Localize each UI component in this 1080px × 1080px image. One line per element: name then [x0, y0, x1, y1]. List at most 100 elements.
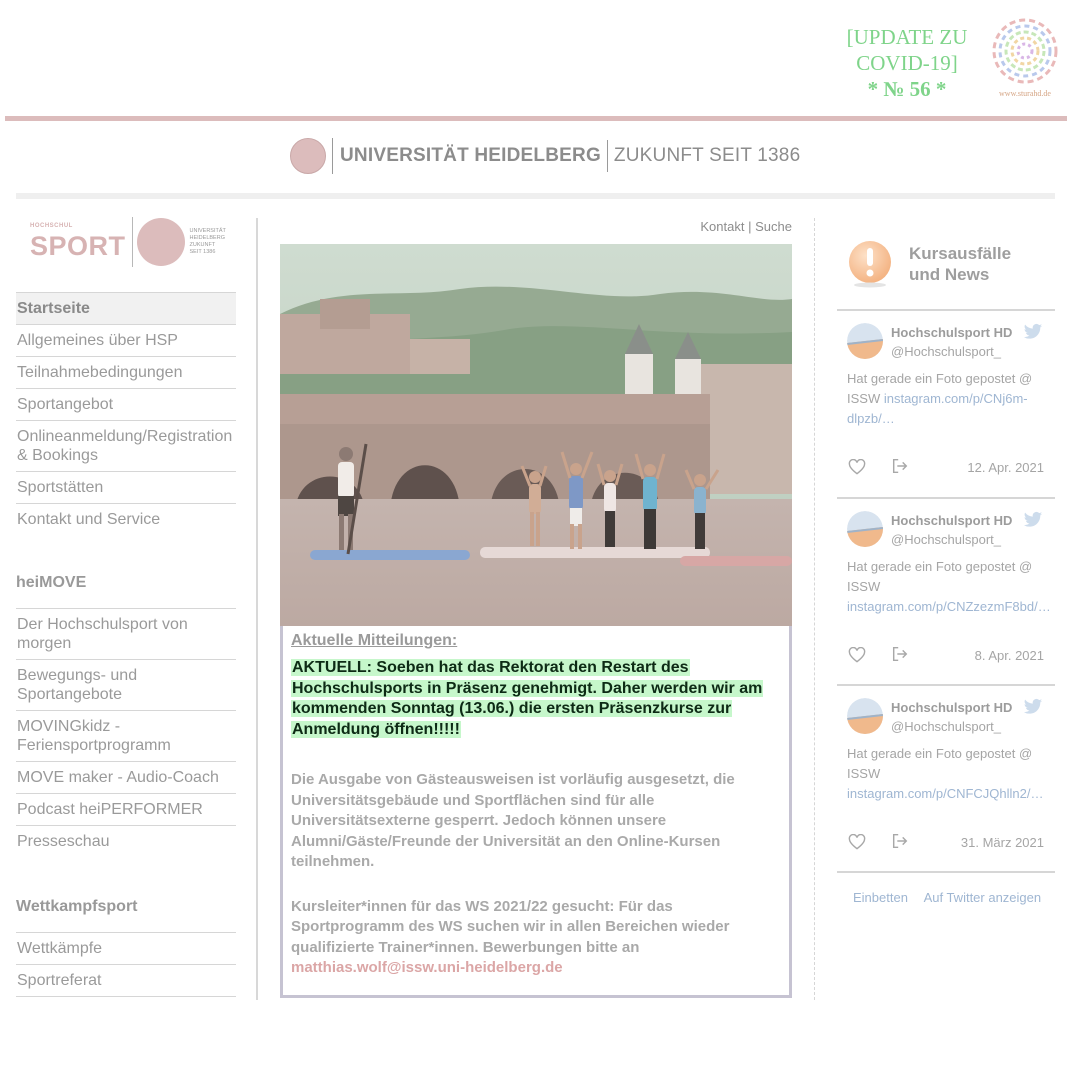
nav-item-allgemeines[interactable]: Allgemeines über HSP [16, 325, 236, 357]
sport-logo-uni-line: SEIT 1386 [189, 249, 216, 255]
avatar[interactable] [847, 511, 883, 547]
nav-item-onlineanmeldung[interactable]: Onlineanmeldung/Registration & Bookings [16, 421, 236, 472]
main-nav: Startseite Allgemeines über HSP Teilnahm… [16, 292, 236, 535]
sport-logo-uni-line: HEIDELBERG [189, 235, 225, 241]
tweet-divider [837, 684, 1055, 686]
hero-photo-paddleboard [280, 244, 792, 626]
twitter-bird-icon[interactable] [1023, 698, 1043, 716]
nav-item-teilnahmebedingungen[interactable]: Teilnahmebedingungen [16, 357, 236, 389]
share-icon[interactable] [891, 645, 909, 663]
header-divider [16, 193, 1055, 199]
stura-url[interactable]: www.sturahd.de [990, 89, 1060, 98]
notice-highlight-text: AKTUELL: Soeben hat das Rektorat den Res… [291, 659, 764, 738]
notice-box: Aktuelle Mitteilungen: AKTUELL: Soeben h… [280, 626, 792, 998]
twitter-footer: Einbetten Auf Twitter anzeigen [853, 890, 1041, 905]
tweet-date[interactable]: 31. März 2021 [961, 835, 1044, 850]
sport-logo-word: SPORT [30, 230, 126, 261]
nav-item-movingkidz[interactable]: MOVINGkidz - Feriensportprogramm [16, 711, 236, 762]
nav-heading-heimove: heiMOVE [16, 574, 87, 591]
exclamation-icon [849, 241, 891, 288]
tweet-text: Hat gerade ein Foto gepostet @ ISSW inst… [847, 557, 1051, 617]
nav-heading-wettkampfsport: Wettkampfsport [16, 898, 138, 915]
hochschulsport-logo[interactable]: HOCHSCHUL SPORT UNIVERSITÄT HEIDELBERG Z… [30, 214, 230, 270]
tweet-author-name[interactable]: Hochschulsport HD [891, 700, 1012, 715]
tweet-date[interactable]: 12. Apr. 2021 [967, 460, 1044, 475]
news-title-line: Kursausfälle [909, 244, 1012, 263]
nav-item-startseite[interactable]: Startseite [16, 292, 236, 325]
nav-item-wettkaempfe[interactable]: Wettkämpfe [16, 932, 236, 965]
kontakt-link[interactable]: Kontakt [700, 219, 744, 234]
notice-paragraph-trainers: Kursleiter*innen für das WS 2021/22 gesu… [291, 897, 781, 979]
news-title: Kursausfälle und News [909, 243, 1011, 285]
top-divider [5, 116, 1067, 121]
sport-logo-small-label: HOCHSCHUL [30, 222, 73, 229]
tweet-text-body: Hat gerade ein Foto gepostet @ ISSW [847, 746, 1033, 781]
sport-logo-university: UNIVERSITÄT HEIDELBERG ZUKUNFT SEIT 1386 [190, 228, 230, 256]
nav-item-podcast[interactable]: Podcast heiPERFORMER [16, 794, 236, 826]
tweet-text-body: Hat gerade ein Foto gepostet @ ISSW [847, 559, 1033, 594]
suche-link[interactable]: Suche [755, 219, 792, 234]
nav-item-presseschau[interactable]: Presseschau [16, 826, 236, 857]
university-slogan: ZUKUNFT SEIT 1386 [613, 145, 801, 166]
nav-item-sportreferat[interactable]: Sportreferat [16, 965, 236, 997]
tweet-divider [837, 497, 1055, 499]
avatar[interactable] [847, 698, 883, 734]
sport-logo-wordmark: HOCHSCHUL SPORT [30, 223, 126, 262]
nav-item-sportstaetten[interactable]: Sportstätten [16, 472, 236, 504]
tweet-item[interactable]: Hochschulsport HD @Hochschulsport_ Hat g… [847, 323, 1047, 483]
nav-item-kontakt-service[interactable]: Kontakt und Service [16, 504, 236, 535]
covid-update-line2: COVID-19] [856, 51, 958, 75]
university-seal-icon [290, 138, 326, 174]
tweet-link[interactable]: instagram.com/p/CNFCJQhlln2/… [847, 786, 1044, 801]
header-separator [606, 140, 608, 172]
sport-logo-uni-line: UNIVERSITÄT [189, 228, 226, 234]
nav-item-sportangebot[interactable]: Sportangebot [16, 389, 236, 421]
tweet-item[interactable]: Hochschulsport HD @Hochschulsport_ Hat g… [847, 511, 1051, 671]
heart-icon[interactable] [848, 459, 866, 475]
heimove-nav: Der Hochschulsport von morgen Bewegungs-… [16, 608, 236, 857]
trainer-email-link[interactable]: matthias.wolf@issw.uni-heidelberg.de [291, 959, 563, 976]
link-separator: | [748, 219, 752, 234]
header-separator [332, 138, 333, 174]
heart-icon[interactable] [848, 647, 866, 663]
view-on-twitter-link[interactable]: Auf Twitter anzeigen [924, 890, 1042, 905]
nav-item-bewegungsangebote[interactable]: Bewegungs- und Sportangebote [16, 660, 236, 711]
sport-logo-separator [131, 217, 133, 267]
covid-update-line1: [UPDATE ZU [846, 25, 968, 49]
tweet-text: Hat gerade ein Foto gepostet @ ISSW inst… [847, 744, 1047, 804]
nav-item-hochschulsport-morgen[interactable]: Der Hochschulsport von morgen [16, 608, 236, 660]
tweet-link[interactable]: instagram.com/p/CNZzezmF8bd/… [847, 599, 1051, 614]
avatar[interactable] [847, 323, 883, 359]
sidebar-divider [256, 218, 258, 1000]
embed-link[interactable]: Einbetten [853, 890, 908, 905]
tweet-divider [837, 871, 1055, 873]
university-header[interactable]: UNIVERSITÄT HEIDELBERG ZUKUNFT SEIT 1386 [290, 136, 800, 176]
notice-trainers-text: Kursleiter*innen für das WS 2021/22 gesu… [291, 897, 730, 956]
sport-logo-uni-line: ZUKUNFT [189, 242, 216, 248]
wettkampf-nav: Wettkämpfe Sportreferat [16, 932, 236, 997]
tweet-author-handle[interactable]: @Hochschulsport_ [891, 532, 1001, 547]
content-divider [814, 218, 815, 1000]
nav-item-move-maker[interactable]: MOVE maker - Audio-Coach [16, 762, 236, 794]
notice-highlight: AKTUELL: Soeben hat das Rektorat den Res… [291, 658, 781, 740]
share-icon[interactable] [891, 832, 909, 850]
covid-update-number: * № 56 * [867, 77, 947, 101]
news-header: Kursausfälle und News [846, 240, 1011, 288]
news-title-line: und News [909, 265, 990, 284]
tweet-item[interactable]: Hochschulsport HD @Hochschulsport_ Hat g… [847, 698, 1047, 858]
tweet-author-name[interactable]: Hochschulsport HD [891, 325, 1012, 340]
tweet-divider [837, 309, 1055, 311]
heart-icon[interactable] [848, 834, 866, 850]
tweet-date[interactable]: 8. Apr. 2021 [975, 648, 1044, 663]
tweet-author-name[interactable]: Hochschulsport HD [891, 513, 1012, 528]
share-icon[interactable] [891, 457, 909, 475]
tweet-author-handle[interactable]: @Hochschulsport_ [891, 719, 1001, 734]
tweet-author-handle[interactable]: @Hochschulsport_ [891, 344, 1001, 359]
notice-title: Aktuelle Mitteilungen: [291, 632, 458, 649]
sport-logo-seal-icon [136, 218, 185, 266]
twitter-bird-icon[interactable] [1023, 511, 1043, 529]
twitter-bird-icon[interactable] [1023, 323, 1043, 341]
tweet-text: Hat gerade ein Foto gepostet @ ISSW inst… [847, 369, 1047, 429]
covid-update-badge: [UPDATE ZU COVID-19] * № 56 * [832, 24, 982, 102]
notice-paragraph-guests: Die Ausgabe von Gästeausweisen ist vorlä… [291, 771, 735, 870]
